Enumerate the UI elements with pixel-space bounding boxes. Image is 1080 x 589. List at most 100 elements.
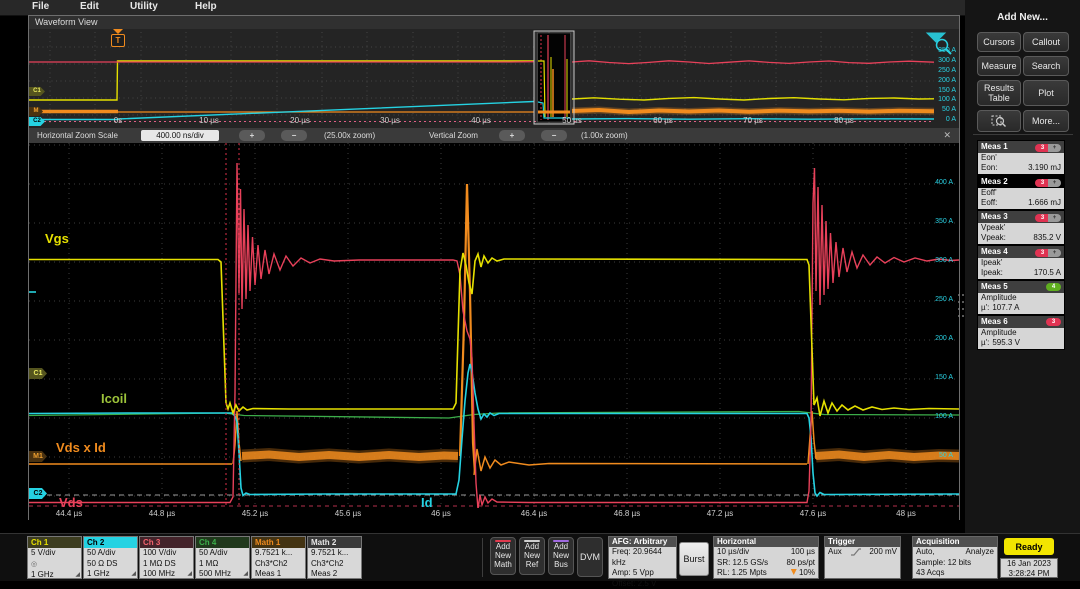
overview-axis-tick: 300 A [916, 57, 956, 64]
badge-expand-icon[interactable]: ◢ [131, 569, 136, 580]
add-new-bus-button[interactable]: AddNewBus [548, 537, 574, 575]
main-axis-tick: 150 A [913, 374, 953, 381]
menu-bar: File Edit Utility Help [0, 0, 1080, 16]
badge-expand-icon[interactable]: ◢ [75, 570, 80, 581]
badge-expand-icon[interactable]: ◢ [243, 569, 248, 580]
callout-button[interactable]: Callout [1023, 32, 1069, 52]
zoom-scale-bar: Horizontal Zoom Scale 400.00 ns/div + − … [29, 128, 959, 143]
h-zoom-scale-value[interactable]: 400.00 ns/div [141, 130, 219, 141]
overview-time-tick: 80 µs [824, 116, 864, 125]
horizontal-panel[interactable]: Horizontal 10 µs/div100 µs SR: 12.5 GS/s… [713, 536, 819, 579]
afg-panel[interactable]: AFG: Arbitrary Freq: 20.9644 kHz Amp: 5 … [608, 536, 677, 579]
burst-button[interactable]: Burst [679, 542, 709, 576]
meas3-badge[interactable]: Meas 3 3+ Vpeak' Vpeak:835.2 V [977, 210, 1065, 245]
datetime-display: 16 Jan 2023 3:28:24 PM [1000, 558, 1058, 578]
ch2-position-tick [29, 291, 36, 293]
horizontal-position-icon [791, 569, 797, 575]
overview-time-tick: 70 µs [733, 116, 773, 125]
overview-zoom-box [534, 31, 574, 124]
main-time-tick: 46 µs [419, 509, 463, 518]
main-time-tick: 44.4 µs [47, 509, 91, 518]
meas6-value: 595.3 V [992, 338, 1020, 348]
badge-expand-icon[interactable]: ◢ [187, 569, 192, 580]
v-zoom-plus-button[interactable]: + [499, 130, 525, 141]
overview-time-tick: 60 µs [643, 116, 683, 125]
search-button[interactable]: Search [1023, 56, 1069, 76]
overview-time-tick: 0s [98, 116, 138, 125]
date-label: 16 Jan 2023 [1001, 559, 1057, 569]
main-time-tick: 47.6 µs [791, 509, 835, 518]
trigger-panel[interactable]: Trigger Aux 200 mV [824, 536, 901, 579]
icoil-label: Icoil [101, 391, 127, 406]
rising-edge-icon [850, 547, 862, 557]
ch3-badge[interactable]: Ch 3 100 V/div 1 MΩ DS 100 MHz◢ [139, 536, 194, 579]
waveform-view-tab[interactable]: Waveform View [29, 16, 959, 29]
main-axis-tick: 200 A [913, 335, 953, 342]
results-table-button[interactable]: Results Table [977, 80, 1021, 106]
sidebar: Add New... Cursors Callout Measure Searc… [965, 0, 1080, 533]
divider [482, 538, 483, 577]
more-button[interactable]: More... [1023, 110, 1069, 132]
v-zoom-label: Vertical Zoom [429, 130, 478, 141]
meas1-value: 3.190 mJ [1028, 163, 1061, 173]
overview-axis-tick: 350 A [916, 47, 956, 54]
ch4-badge[interactable]: Ch 4 50 A/div 1 MΩ 500 MHz◢ [195, 536, 250, 579]
math1-badge[interactable]: Math 1 9.7521 k... Ch3*Ch2 Meas 1 [251, 536, 306, 579]
overview-time-tick: 10 µs [189, 116, 229, 125]
menu-utility[interactable]: Utility [130, 1, 158, 12]
vgs-label: Vgs [45, 231, 69, 246]
math-power-thin [29, 411, 816, 475]
meas2-badge[interactable]: Meas 2 3+ Eoff' Eoff:1.666 mJ [977, 175, 1065, 210]
ch1-badge[interactable]: Ch 1 5 V/div ◎ 1 GHz◢ [27, 536, 82, 579]
h-zoom-minus-button[interactable]: − [281, 130, 307, 141]
ready-status-button[interactable]: Ready [1004, 538, 1054, 555]
add-new-ref-button[interactable]: AddNewRef [519, 537, 545, 575]
main-time-axis: 44.4 µs 44.8 µs 45.2 µs 45.6 µs 46 µs 46… [29, 508, 959, 521]
acquisition-panel[interactable]: Acquisition Auto,Analyze Sample: 12 bits… [912, 536, 998, 579]
search-zone-button[interactable] [977, 110, 1021, 132]
close-zoom-icon[interactable]: ✕ [943, 130, 951, 141]
math2-badge[interactable]: Math 2 9.7521 k... Ch3*Ch2 Meas 2 [307, 536, 362, 579]
h-zoom-plus-button[interactable]: + [239, 130, 265, 141]
main-waveform-plot[interactable]: Vgs Icoil Vds x Id Vds Id C1 M1 C2 400 A… [29, 143, 959, 508]
cursors-button[interactable]: Cursors [977, 32, 1021, 52]
overview-time-tick: 50 µs [552, 116, 592, 125]
main-time-tick: 47.2 µs [698, 509, 742, 518]
math-power-band1 [242, 455, 458, 458]
overview-time-tick: 40 µs [461, 116, 501, 125]
meas2-value: 1.666 mJ [1028, 198, 1061, 208]
meas4-badge[interactable]: Meas 4 3+ Ipeak' Ipeak:170.5 A [977, 245, 1065, 280]
overview-time-tick: 30 µs [370, 116, 410, 125]
waveform-panel: Waveform View [28, 15, 960, 520]
bus-color-line [553, 540, 569, 542]
plot-button[interactable]: Plot [1023, 80, 1069, 106]
ref-color-line [524, 540, 540, 542]
overview-axis-tick: 0 A [916, 116, 956, 123]
meas6-badge[interactable]: Meas 6 3 Amplitude µ':595.3 V [977, 315, 1065, 350]
main-time-tick: 45.6 µs [326, 509, 370, 518]
main-time-tick: 44.8 µs [140, 509, 184, 518]
overview-plot[interactable]: T C1 M C2 350 A 300 A 250 A 200 A 150 A … [29, 29, 959, 128]
overview-time-tick: 20 µs [280, 116, 320, 125]
overview-axis-tick: 50 A [916, 106, 956, 113]
h-zoom-scale-label: Horizontal Zoom Scale [37, 130, 118, 141]
v-zoom-minus-button[interactable]: − [541, 130, 567, 141]
measure-button[interactable]: Measure [977, 56, 1021, 76]
menu-edit[interactable]: Edit [80, 1, 99, 12]
add-new-title: Add New... [965, 12, 1080, 23]
overview-axis-tick: 250 A [916, 67, 956, 74]
panel-drag-handle[interactable] [957, 292, 964, 318]
bottom-bar: Ch 1 5 V/div ◎ 1 GHz◢ Ch 2 50 A/div 50 Ω… [0, 533, 1080, 581]
menu-help[interactable]: Help [195, 1, 217, 12]
meas5-badge[interactable]: Meas 5 4 Amplitude µ':107.7 A [977, 280, 1065, 315]
menu-file[interactable]: File [32, 1, 49, 12]
meas6-source-badge: 3 [1046, 318, 1061, 326]
time-label: 3:28:24 PM [1001, 569, 1057, 579]
trigger-marker[interactable]: T [111, 29, 125, 47]
add-new-math-button[interactable]: AddNewMath [490, 537, 516, 575]
dvm-button[interactable]: DVM [577, 537, 603, 577]
main-time-tick: 45.2 µs [233, 509, 277, 518]
meas1-badge[interactable]: Meas 1 3+ Eon' Eon:3.190 mJ [977, 140, 1065, 175]
ch2-badge[interactable]: Ch 2 50 A/div 50 Ω DS 1 GHz◢ [83, 536, 138, 579]
main-time-tick: 46.4 µs [512, 509, 556, 518]
